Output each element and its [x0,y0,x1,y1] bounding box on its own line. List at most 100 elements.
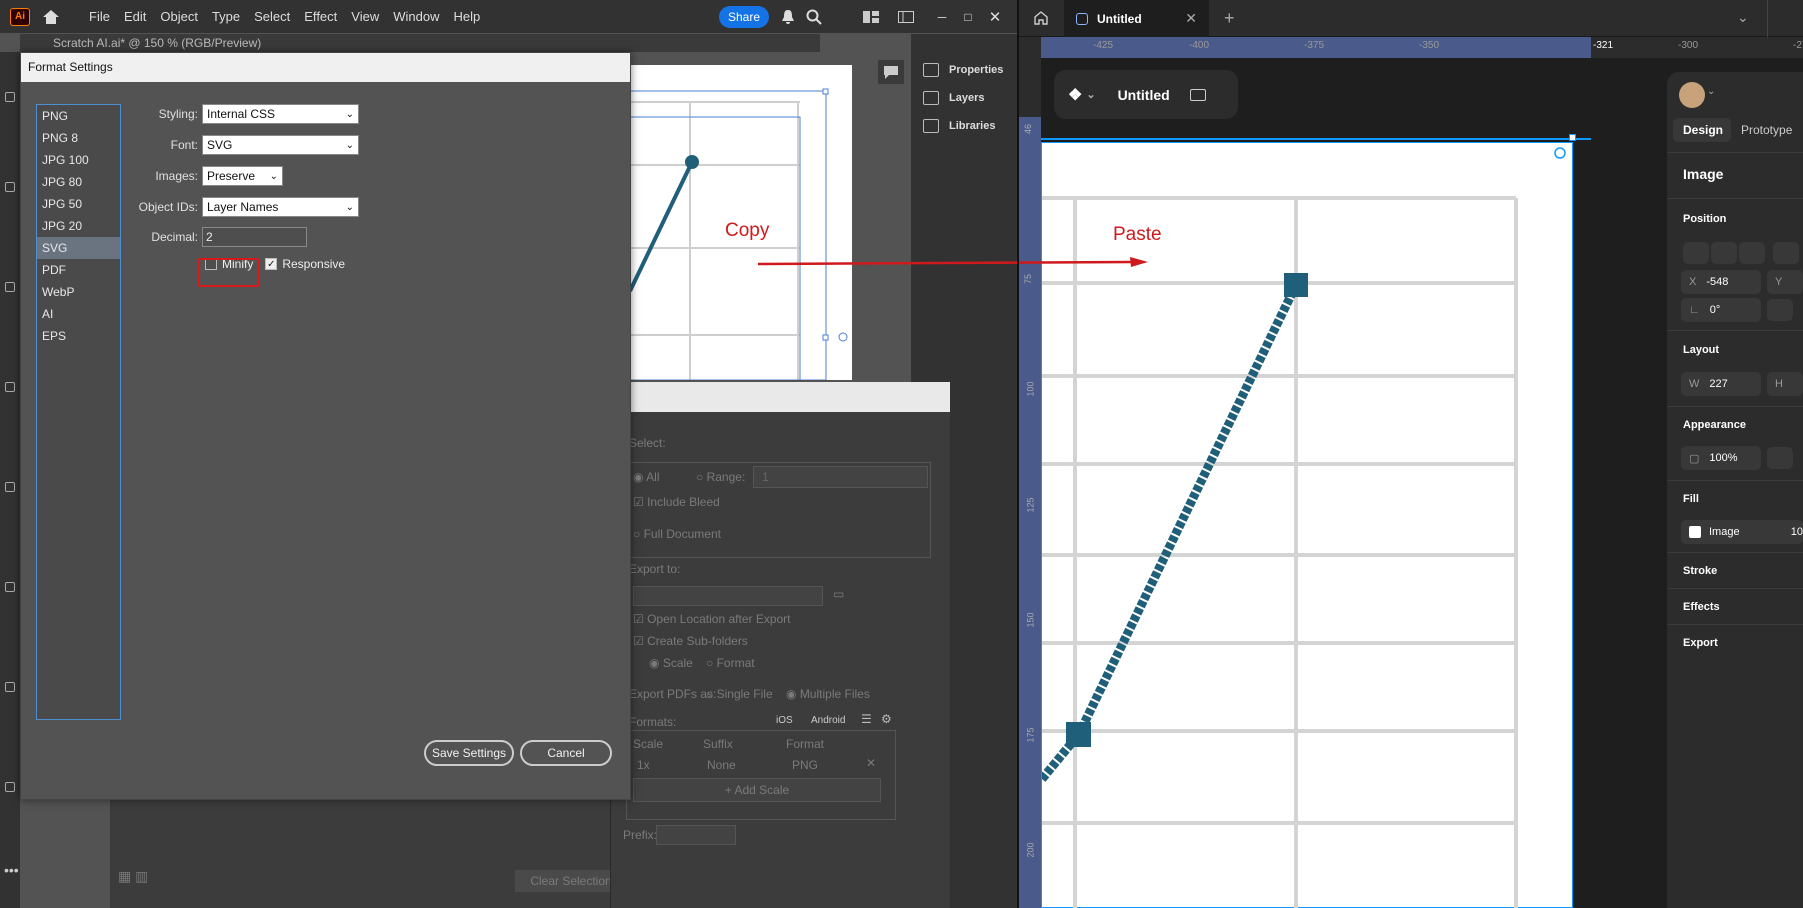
format-item-pdf[interactable]: PDF [37,259,120,281]
format-item-png8[interactable]: PNG 8 [37,127,120,149]
responsive-checkbox[interactable]: ✓ Responsive [265,257,345,271]
export-section[interactable]: Export [1683,637,1718,649]
cancel-button[interactable]: Cancel [520,740,612,766]
close-icon[interactable]: ✕ [985,7,1005,27]
ios-button[interactable]: iOS [776,715,793,726]
all-radio[interactable]: ◉ All [633,470,660,484]
styling-select[interactable]: Internal CSS ⌄ [202,104,359,124]
menu-window[interactable]: Window [386,9,446,24]
home-icon[interactable] [40,6,62,28]
format-item-png[interactable]: PNG [37,105,120,127]
checkmark-icon[interactable]: ✓ [265,258,278,270]
menu-effect[interactable]: Effect [297,9,344,24]
y-field[interactable]: Y [1767,270,1803,294]
remove-row-icon[interactable]: ✕ [866,756,876,770]
more-tools-icon[interactable]: ••• [4,862,19,878]
images-select[interactable]: Preserve ⌄ [202,166,283,186]
menu-view[interactable]: View [344,9,386,24]
folder-icon[interactable]: ▭ [833,587,844,601]
create-subfolders-checkbox[interactable]: ☑ Create Sub-folders [633,634,748,648]
scale-select[interactable]: 1x [637,758,650,772]
format-item-jpg100[interactable]: JPG 100 [37,149,120,171]
minimize-icon[interactable]: ─ [932,7,952,27]
decimal-input[interactable]: 2 [202,227,307,247]
align-right-icon[interactable] [1739,242,1765,264]
x-field[interactable]: X -548 [1681,270,1761,294]
format-item-eps[interactable]: EPS [37,325,120,347]
include-bleed-checkbox[interactable]: ☑ Include Bleed [633,495,720,509]
menu-file[interactable]: File [82,9,117,24]
layers-tab[interactable]: Layers [911,84,1017,112]
fill-stroke-icon[interactable] [5,782,15,792]
panel-toggle-icon[interactable] [896,7,916,27]
stroke-section[interactable]: Stroke [1683,565,1717,577]
full-document-radio[interactable]: ○ Full Document [633,527,721,541]
multiple-files-radio[interactable]: ◉ Multiple Files [786,687,870,701]
format-item-jpg50[interactable]: JPG 50 [37,193,120,215]
android-button[interactable]: Android [811,715,845,726]
font-select[interactable]: SVG ⌄ [202,135,359,155]
properties-tab[interactable]: Properties [911,56,1017,84]
chevron-down-icon[interactable]: ⌄ [1707,86,1715,97]
range-input[interactable]: 1 [753,466,928,488]
export-path-input[interactable] [633,586,823,606]
menu-edit[interactable]: Edit [117,9,153,24]
object-ids-select[interactable]: Layer Names ⌄ [202,197,359,217]
home-icon[interactable] [1033,10,1049,29]
format-item-svg[interactable]: SVG [37,237,120,259]
selection-tool-icon[interactable] [5,92,15,102]
menu-type[interactable]: Type [205,9,247,24]
corner-radius-icon[interactable] [1767,447,1793,469]
file-title[interactable]: Untitled [1118,87,1170,103]
align-left-icon[interactable] [1683,242,1709,264]
close-tab-icon[interactable]: ✕ [1185,10,1197,27]
comments-icon[interactable] [878,60,904,84]
list-icon[interactable]: ☰ [861,712,872,726]
save-settings-button[interactable]: Save Settings [424,740,514,766]
single-file-radio[interactable]: ○ Single File [706,687,773,701]
format-select[interactable]: PNG [792,758,818,772]
chevron-down-icon[interactable]: ⌄ [1737,9,1749,26]
menu-select[interactable]: Select [247,9,297,24]
workspace-icon[interactable] [861,7,881,27]
scale-radio[interactable]: ◉ Scale [649,656,693,670]
bell-icon[interactable] [778,7,798,27]
height-field[interactable]: H [1767,372,1803,396]
tab-untitled[interactable]: Untitled ✕ [1064,0,1209,37]
effects-section[interactable]: Effects [1683,601,1720,613]
align-top-icon[interactable] [1773,242,1799,264]
constraints-icon[interactable] [1767,299,1793,321]
tab-design[interactable]: Design [1683,123,1723,137]
brush-tool-icon[interactable] [5,382,15,392]
format-radio[interactable]: ○ Format [706,656,755,670]
avatar[interactable] [1679,82,1705,108]
format-item-jpg80[interactable]: JPG 80 [37,171,120,193]
tab-prototype[interactable]: Prototype [1741,123,1792,137]
figma-menu-icon[interactable]: ❖ [1068,85,1082,105]
fill-image-field[interactable]: Image 10 [1681,520,1803,544]
format-item-webp[interactable]: WebP [37,281,120,303]
format-item-ai[interactable]: AI [37,303,120,325]
open-location-checkbox[interactable]: ☑ Open Location after Export [633,612,791,626]
menu-help[interactable]: Help [446,9,487,24]
grid-view-icon[interactable]: ▦ ▥ [118,868,148,885]
libraries-tab[interactable]: Libraries [911,112,1017,140]
shape-tool-icon[interactable] [5,282,15,292]
rotate-tool-icon[interactable] [5,482,15,492]
width-field[interactable]: W 227 [1681,372,1761,396]
new-tab-icon[interactable]: + [1224,8,1235,29]
format-item-jpg20[interactable]: JPG 20 [37,215,120,237]
opacity-field[interactable]: ▢ 100% [1681,446,1761,470]
document-tab[interactable]: Scratch AI.ai* @ 150 % (RGB/Preview) [20,34,820,52]
settings-gear-icon[interactable]: ⚙ [881,712,892,726]
maximize-icon[interactable]: □ [958,7,978,27]
menu-object[interactable]: Object [153,9,205,24]
rotation-field[interactable]: ∟ 0° [1681,298,1761,322]
gradient-tool-icon[interactable] [5,582,15,592]
sidebar-toggle-icon[interactable] [1189,88,1206,101]
prefix-input[interactable] [656,825,736,845]
range-radio[interactable]: ○ Range: [696,470,745,484]
zoom-tool-icon[interactable] [5,682,15,692]
pen-tool-icon[interactable] [5,182,15,192]
align-center-icon[interactable] [1711,242,1737,264]
